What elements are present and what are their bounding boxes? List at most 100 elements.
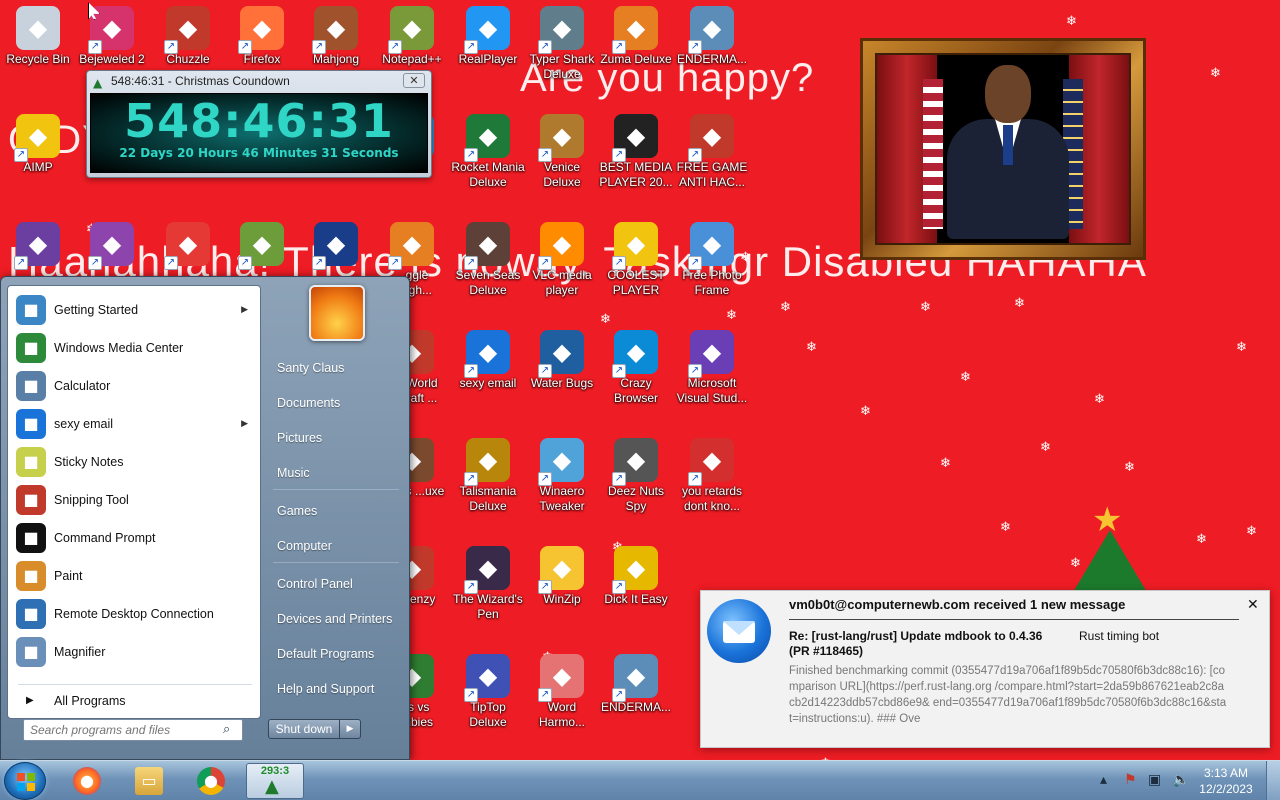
action-center-icon[interactable]: ⚑: [1124, 772, 1137, 788]
new-mail-notification[interactable]: vm0b0t@computernewb.com received 1 new m…: [700, 590, 1270, 748]
desktop-icon-label: Word Harmo...: [538, 700, 585, 729]
shortcut-arrow-icon: ↗: [688, 148, 702, 162]
snowflake-icon: ❄: [1000, 519, 1011, 534]
thunderbird-icon: ◆ ↗: [464, 330, 510, 378]
taskbar-chrome-button[interactable]: ●: [184, 763, 238, 799]
desktop-icon[interactable]: ◆ ↗ WinZip: [524, 540, 600, 640]
desktop-icon[interactable]: ◆ ↗ Rocket Mania Deluxe: [450, 108, 526, 208]
shortcut-arrow-icon: ↗: [612, 688, 626, 702]
dragon-icon: ◆ ↗: [688, 438, 734, 486]
shortcut-arrow-icon: ↗: [688, 40, 702, 54]
shortcut-arrow-icon: ↗: [538, 688, 552, 702]
start-menu-item[interactable]: ■ Magnifier: [12, 634, 258, 670]
chrome-icon: ●: [197, 767, 225, 795]
desktop-icon[interactable]: ◆ ↗ VLC media player: [524, 216, 600, 316]
desktop-icon[interactable]: ◆ ↗ COOLEST PLAYER: [598, 216, 674, 316]
start-menu-item[interactable]: ■ Calculator: [12, 368, 258, 404]
desktop-icon[interactable]: ◆ ↗ The Wizard's Pen: [450, 540, 526, 640]
start-menu-link[interactable]: Pictures: [267, 423, 405, 453]
desktop-icon[interactable]: ◆ ↗ Talismania Deluxe: [450, 432, 526, 532]
start-menu-link[interactable]: Documents: [267, 388, 405, 418]
shortcut-arrow-icon: ↗: [464, 148, 478, 162]
taskbar-explorer-button[interactable]: ▭: [122, 763, 176, 799]
network-icon[interactable]: ▣: [1148, 772, 1161, 788]
start-menu-item[interactable]: ■ sexy email ▶: [12, 406, 258, 442]
search-icon[interactable]: ⌕: [223, 722, 230, 737]
shutdown-options-arrow-icon[interactable]: ▶: [339, 719, 361, 739]
start-menu-item[interactable]: ■ Command Prompt: [12, 520, 258, 556]
realplayer-icon: ◆ ↗: [464, 6, 510, 54]
start-menu-item-label: Magnifier: [54, 645, 106, 659]
start-menu-link[interactable]: Help and Support: [267, 674, 405, 704]
taskbar-firefox-button[interactable]: ●: [60, 763, 114, 799]
desktop-icon[interactable]: ◆ ↗ TipTop Deluxe: [450, 648, 526, 748]
start-menu-item[interactable]: ■ Paint: [12, 558, 258, 594]
volume-icon[interactable]: 🔈: [1172, 772, 1189, 788]
shortcut-arrow-icon: ↗: [238, 40, 252, 54]
desktop-icon[interactable]: ◆ ↗ Winaero Tweaker: [524, 432, 600, 532]
start-search-input[interactable]: [23, 719, 243, 741]
desktop-icon[interactable]: ◆ ↗ you retards dont kno...: [674, 432, 750, 532]
desktop-icon[interactable]: ◆ ↗ Venice Deluxe: [524, 108, 600, 208]
shortcut-arrow-icon: ↗: [612, 580, 626, 594]
command-prompt-icon: ■: [16, 523, 46, 553]
taskbar-countdown-button[interactable]: 293:3 ▲: [246, 763, 304, 799]
desktop-icon-label: Venice Deluxe: [543, 160, 581, 189]
all-programs-button[interactable]: ▶ All Programs: [12, 688, 258, 714]
desktop-icon-label: Talismania Deluxe: [459, 484, 517, 513]
desktop-icon[interactable]: ◆ ↗ Zuma Deluxe: [598, 0, 674, 100]
clock-date[interactable]: 12/2/2023: [1196, 782, 1256, 796]
desktop-icon[interactable]: ◆ ↗ ENDERMA...: [674, 0, 750, 100]
chuzzle-icon: ◆ ↗: [164, 6, 210, 54]
window-titlebar[interactable]: ▲ 548:46:31 - Christmas Coundown ✕: [87, 71, 431, 91]
desktop-icon[interactable]: ◆ ↗ FREE GAME ANTI HAC...: [674, 108, 750, 208]
desktop-icon[interactable]: ◆ ↗ RealPlayer: [450, 0, 526, 100]
desktop-icon[interactable]: ◆ ↗ Crazy Browser: [598, 324, 674, 424]
desktop-icon-label: Seven Seas Deluxe: [455, 268, 521, 297]
start-menu-item[interactable]: ■ Remote Desktop Connection: [12, 596, 258, 632]
show-desktop-button[interactable]: [1266, 761, 1280, 800]
winzip-icon: ◆ ↗: [538, 546, 584, 594]
desktop-icon[interactable]: ◆ ↗ Microsoft Visual Stud...: [674, 324, 750, 424]
vlc-icon: ◆ ↗: [538, 222, 584, 270]
start-menu-item[interactable]: ■ Sticky Notes: [12, 444, 258, 480]
start-menu-item[interactable]: ■ Getting Started ▶: [12, 292, 258, 328]
start-menu-link[interactable]: Santy Claus: [267, 353, 405, 383]
clock-time[interactable]: 3:13 AM: [1196, 766, 1256, 780]
chevron-up-icon[interactable]: ▴: [1100, 772, 1107, 788]
desktop-icon[interactable]: ◆ ↗ Water Bugs: [524, 324, 600, 424]
shortcut-arrow-icon: ↗: [538, 580, 552, 594]
start-button[interactable]: [4, 762, 46, 800]
close-icon[interactable]: ✕: [1247, 597, 1259, 613]
start-menu-link[interactable]: Control Panel: [267, 569, 405, 599]
desktop-icon[interactable]: ◆ ↗ BEST MEDIA PLAYER 20...: [598, 108, 674, 208]
desktop-icon[interactable]: ◆ ↗ Seven Seas Deluxe: [450, 216, 526, 316]
desktop-icon[interactable]: ◆ ↗ AIMP: [0, 108, 76, 208]
desktop-icon[interactable]: ◆ ↗ ENDERMA...: [598, 648, 674, 748]
close-button[interactable]: ✕: [403, 73, 425, 88]
desktop-icon[interactable]: ◆ ↗ Typer Shark Deluxe: [524, 0, 600, 100]
start-menu-link[interactable]: Music: [267, 458, 405, 488]
start-menu-item[interactable]: ■ Snipping Tool: [12, 482, 258, 518]
start-menu-item[interactable]: ■ Windows Media Center: [12, 330, 258, 366]
picture-frame: [860, 38, 1146, 260]
desktop-icon-label: Typer Shark Deluxe: [529, 52, 595, 81]
start-menu-link[interactable]: Default Programs: [267, 639, 405, 669]
shortcut-arrow-icon: ↗: [388, 256, 402, 270]
desktop-icon[interactable]: ◆ ↗ Deez Nuts Spy: [598, 432, 674, 532]
start-menu-link[interactable]: Computer: [267, 531, 405, 561]
crazy-browser-icon: ◆ ↗: [612, 330, 658, 378]
desktop-icon[interactable]: ◆ Recycle Bin: [0, 0, 76, 100]
christmas-countdown-window[interactable]: ▲ 548:46:31 - Christmas Coundown ✕ 548:4…: [86, 70, 432, 178]
desktop-icon[interactable]: ◆ ↗ sexy email: [450, 324, 526, 424]
start-menu-link[interactable]: Devices and Printers: [267, 604, 405, 634]
snowflake-icon: ❄: [1040, 439, 1051, 454]
desktop-icon[interactable]: ◆ ↗ Free Photo Frame: [674, 216, 750, 316]
recycle-bin-icon: ◆: [16, 6, 60, 50]
user-avatar[interactable]: [309, 285, 365, 341]
desktop-icon[interactable]: ◆ ↗ Word Harmo...: [524, 648, 600, 748]
start-menu-link[interactable]: Games: [267, 496, 405, 526]
media-center-icon: ■: [16, 333, 46, 363]
desktop-icon[interactable]: ◆ ↗ Dick It Easy: [598, 540, 674, 640]
shutdown-button[interactable]: Shut down: [268, 719, 340, 739]
